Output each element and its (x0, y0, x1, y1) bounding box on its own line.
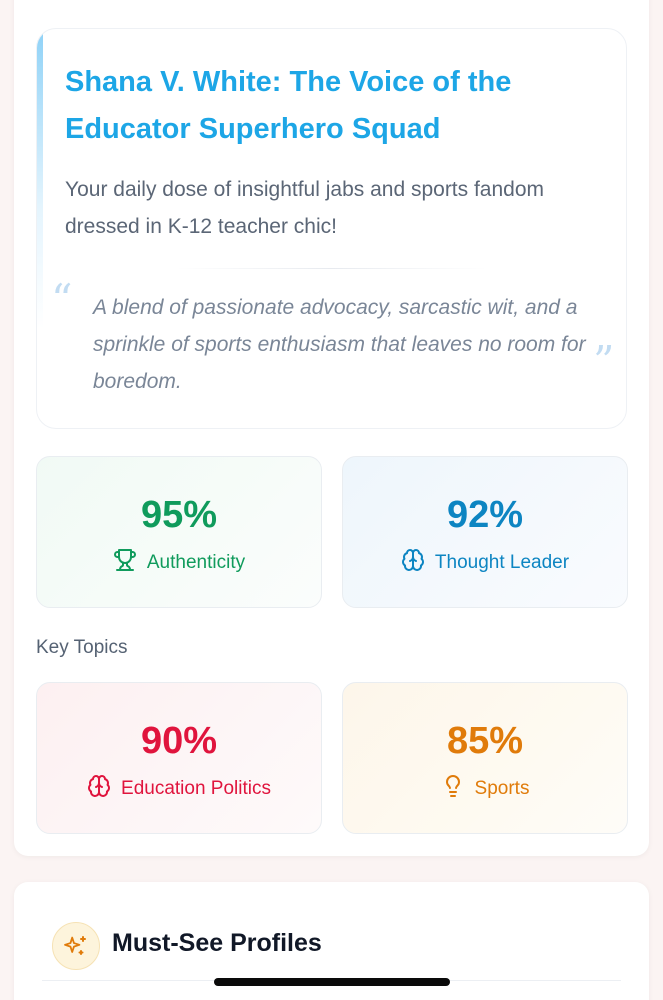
stat-value: 92% (446, 494, 524, 536)
stat-card-authenticity: 95% Authenticity (36, 456, 322, 608)
topic-label: Sports (474, 778, 530, 799)
lightbulb-icon (441, 774, 465, 804)
brain-icon (401, 548, 425, 578)
stat-value: 95% (140, 494, 218, 536)
hero-subtitle: Your daily dose of insightful jabs and s… (65, 178, 545, 238)
trophy-icon (113, 548, 137, 578)
stat-label: Thought Leader (434, 552, 570, 573)
hero-accent-bar (37, 29, 43, 329)
topic-label-row: Education Politics (37, 775, 321, 803)
topic-card-sports: 85% Sports (342, 682, 628, 834)
topic-value: 85% (446, 720, 524, 762)
hero-divider (177, 268, 487, 269)
stat-label-row: Authenticity (37, 549, 321, 577)
brain-icon (87, 774, 111, 804)
close-quote-icon: ” (593, 337, 615, 386)
topic-label: Education Politics (121, 778, 271, 799)
topic-label-row: Sports (343, 775, 627, 803)
hero-title: Shana V. White: The Voice of the Educato… (65, 66, 512, 145)
stat-label-row: Thought Leader (343, 549, 627, 577)
sparkles-icon (52, 922, 100, 970)
hero-quote: A blend of passionate advocacy, sarcasti… (93, 296, 586, 393)
hero-card: Shana V. White: The Voice of the Educato… (36, 28, 627, 429)
home-indicator[interactable] (214, 978, 450, 986)
key-topics-heading: Key Topics (36, 637, 128, 658)
stat-label: Authenticity (146, 552, 246, 573)
open-quote-icon: “ (51, 275, 73, 324)
must-see-profiles-heading: Must-See Profiles (112, 929, 322, 957)
stat-card-thought-leader: 92% Thought Leader (342, 456, 628, 608)
topic-card-education-politics: 90% Education Politics (36, 682, 322, 834)
topic-value: 90% (140, 720, 218, 762)
